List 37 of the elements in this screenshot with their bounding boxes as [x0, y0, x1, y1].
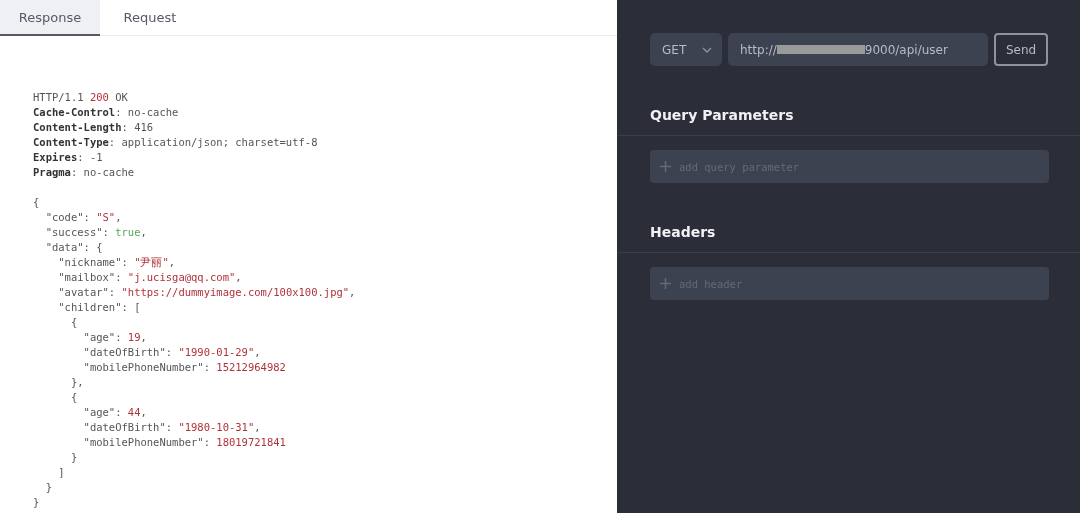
code-line: { [33, 195, 40, 210]
code-line: "code": "S", [44, 210, 122, 225]
code-line: "mailbox": "j.ucisga@qq.com", [57, 270, 242, 285]
code-line: } [33, 495, 40, 510]
code-line: "avatar": "https://dummyimage.com/100x100.jpg", [57, 285, 356, 300]
code-line: "dateOfBirth": "1980-10-31", [82, 420, 261, 435]
plus-icon [660, 161, 671, 172]
code-line: "nickname": "尹丽", [57, 255, 176, 270]
code-line: "age": 44, [82, 405, 147, 420]
code-line: ] [57, 465, 65, 480]
code-line: Pragma: no-cache [33, 165, 135, 180]
tab[interactable]: Request [100, 0, 200, 36]
section-heading: Headers [650, 224, 716, 240]
code-line: }, [69, 375, 84, 390]
plus-icon [660, 278, 671, 289]
code-line: "success": true, [44, 225, 147, 240]
url-field[interactable]: http:// 9000/api/user [728, 33, 988, 66]
code-line: HTTP/1.1 200 OK [33, 90, 128, 105]
section-heading: Query Parameters [650, 107, 794, 123]
tab[interactable]: Response [0, 0, 100, 36]
code-line: Expires: -1 [33, 150, 103, 165]
code-line: { [69, 315, 78, 330]
code-line: } [44, 480, 52, 495]
code-line: "children": [ [57, 300, 141, 315]
code-line: } [69, 450, 78, 465]
chevron-down-icon [702, 46, 712, 53]
code-line: "dateOfBirth": "1990-01-29", [82, 345, 261, 360]
code-line: "data": { [44, 240, 103, 255]
code-line: Content-Length: 416 [33, 120, 154, 135]
method-select[interactable]: GET [650, 33, 722, 66]
code-line: Cache-Control: no-cache [33, 105, 179, 120]
code-line: Content-Type: application/json; charset=utf-8 [33, 135, 318, 150]
code-line: "mobilePhoneNumber": 15212964982 [82, 360, 286, 375]
code-line: "age": 19, [82, 330, 147, 345]
code-line: { [69, 390, 78, 405]
send-button[interactable]: Send [994, 33, 1048, 66]
code-line: "mobilePhoneNumber": 18019721841 [82, 435, 286, 450]
